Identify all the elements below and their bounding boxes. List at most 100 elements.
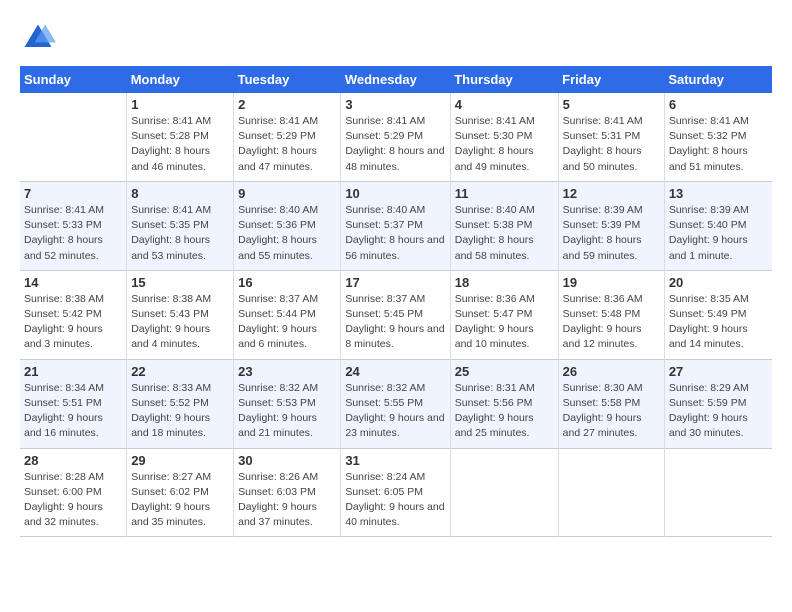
header-cell-tuesday: Tuesday [234, 66, 341, 93]
day-info: Sunrise: 8:40 AMSunset: 5:37 PMDaylight:… [345, 203, 445, 264]
logo-icon [20, 20, 56, 56]
day-cell: 3 Sunrise: 8:41 AMSunset: 5:29 PMDaylight… [341, 93, 450, 181]
day-number: 23 [238, 364, 336, 379]
day-cell: 5Sunrise: 8:41 AMSunset: 5:31 PMDaylight… [558, 93, 664, 181]
day-number: 6 [669, 97, 768, 112]
day-info: Sunrise: 8:38 AMSunset: 5:42 PMDaylight:… [24, 292, 122, 353]
day-number: 9 [238, 186, 336, 201]
day-cell: 17 Sunrise: 8:37 AMSunset: 5:45 PMDayligh… [341, 270, 450, 359]
day-number: 2 [238, 97, 336, 112]
header-cell-monday: Monday [127, 66, 234, 93]
day-cell: 1 Sunrise: 8:41 AMSunset: 5:28 PMDaylight… [127, 93, 234, 181]
day-cell: 29 Sunrise: 8:27 AMSunset: 6:02 PMDayligh… [127, 448, 234, 537]
day-number: 3 [345, 97, 445, 112]
day-cell: 24Sunrise: 8:32 AMSunset: 5:55 PMDayligh… [341, 359, 450, 448]
day-number: 7 [24, 186, 122, 201]
day-cell: 15Sunrise: 8:38 AMSunset: 5:43 PMDayligh… [127, 270, 234, 359]
week-row-4: 21 Sunrise: 8:34 AMSunset: 5:51 PMDayligh… [20, 359, 772, 448]
day-number: 28 [24, 453, 122, 468]
day-cell [20, 93, 127, 181]
day-info: Sunrise: 8:29 AMSunset: 5:59 PMDaylight:… [669, 381, 768, 442]
day-info: Sunrise: 8:31 AMSunset: 5:56 PMDaylight:… [455, 381, 554, 442]
header-row: SundayMondayTuesdayWednesdayThursdayFrid… [20, 66, 772, 93]
day-number: 29 [131, 453, 229, 468]
header-cell-thursday: Thursday [450, 66, 558, 93]
day-cell: 31 Sunrise: 8:24 AMSunset: 6:05 PMDayligh… [341, 448, 450, 537]
day-number: 5 [563, 97, 660, 112]
day-cell [664, 448, 772, 537]
day-number: 27 [669, 364, 768, 379]
day-cell: 9 Sunrise: 8:40 AMSunset: 5:36 PMDaylight… [234, 181, 341, 270]
day-number: 21 [24, 364, 122, 379]
calendar-body: 1 Sunrise: 8:41 AMSunset: 5:28 PMDaylight… [20, 93, 772, 537]
day-cell: 25 Sunrise: 8:31 AMSunset: 5:56 PMDayligh… [450, 359, 558, 448]
day-info: Sunrise: 8:41 AMSunset: 5:28 PMDaylight:… [131, 114, 229, 175]
day-info: Sunrise: 8:27 AMSunset: 6:02 PMDaylight:… [131, 470, 229, 531]
day-info: Sunrise: 8:39 AMSunset: 5:39 PMDaylight:… [563, 203, 660, 264]
week-row-3: 14 Sunrise: 8:38 AMSunset: 5:42 PMDayligh… [20, 270, 772, 359]
day-info: Sunrise: 8:36 AMSunset: 5:47 PMDaylight:… [455, 292, 554, 353]
week-row-1: 1 Sunrise: 8:41 AMSunset: 5:28 PMDaylight… [20, 93, 772, 181]
day-cell: 6 Sunrise: 8:41 AMSunset: 5:32 PMDaylight… [664, 93, 772, 181]
header-cell-friday: Friday [558, 66, 664, 93]
day-number: 17 [345, 275, 445, 290]
calendar-table: SundayMondayTuesdayWednesdayThursdayFrid… [20, 66, 772, 537]
day-info: Sunrise: 8:41 AMSunset: 5:29 PMDaylight:… [345, 114, 445, 175]
day-cell: 4 Sunrise: 8:41 AMSunset: 5:30 PMDaylight… [450, 93, 558, 181]
day-cell: 11Sunrise: 8:40 AMSunset: 5:38 PMDayligh… [450, 181, 558, 270]
day-info: Sunrise: 8:30 AMSunset: 5:58 PMDaylight:… [563, 381, 660, 442]
day-cell: 19Sunrise: 8:36 AMSunset: 5:48 PMDayligh… [558, 270, 664, 359]
day-info: Sunrise: 8:41 AMSunset: 5:29 PMDaylight:… [238, 114, 336, 175]
day-info: Sunrise: 8:37 AMSunset: 5:45 PMDaylight:… [345, 292, 445, 353]
day-cell: 30 Sunrise: 8:26 AMSunset: 6:03 PMDayligh… [234, 448, 341, 537]
day-info: Sunrise: 8:39 AMSunset: 5:40 PMDaylight:… [669, 203, 768, 264]
day-number: 16 [238, 275, 336, 290]
header-cell-sunday: Sunday [20, 66, 127, 93]
day-number: 31 [345, 453, 445, 468]
day-number: 20 [669, 275, 768, 290]
day-cell: 14 Sunrise: 8:38 AMSunset: 5:42 PMDayligh… [20, 270, 127, 359]
day-info: Sunrise: 8:32 AMSunset: 5:55 PMDaylight:… [345, 381, 445, 442]
day-cell: 12Sunrise: 8:39 AMSunset: 5:39 PMDayligh… [558, 181, 664, 270]
day-info: Sunrise: 8:40 AMSunset: 5:36 PMDaylight:… [238, 203, 336, 264]
day-number: 26 [563, 364, 660, 379]
day-number: 4 [455, 97, 554, 112]
day-cell [450, 448, 558, 537]
day-number: 1 [131, 97, 229, 112]
day-cell: 22Sunrise: 8:33 AMSunset: 5:52 PMDayligh… [127, 359, 234, 448]
day-info: Sunrise: 8:34 AMSunset: 5:51 PMDaylight:… [24, 381, 122, 442]
week-row-5: 28Sunrise: 8:28 AMSunset: 6:00 PMDayligh… [20, 448, 772, 537]
day-cell: 27 Sunrise: 8:29 AMSunset: 5:59 PMDayligh… [664, 359, 772, 448]
day-cell: 21 Sunrise: 8:34 AMSunset: 5:51 PMDayligh… [20, 359, 127, 448]
day-cell: 10Sunrise: 8:40 AMSunset: 5:37 PMDayligh… [341, 181, 450, 270]
day-number: 18 [455, 275, 554, 290]
day-info: Sunrise: 8:41 AMSunset: 5:35 PMDaylight:… [131, 203, 229, 264]
day-number: 13 [669, 186, 768, 201]
day-info: Sunrise: 8:41 AMSunset: 5:33 PMDaylight:… [24, 203, 122, 264]
day-info: Sunrise: 8:26 AMSunset: 6:03 PMDaylight:… [238, 470, 336, 531]
day-cell: 20Sunrise: 8:35 AMSunset: 5:49 PMDayligh… [664, 270, 772, 359]
calendar-header: SundayMondayTuesdayWednesdayThursdayFrid… [20, 66, 772, 93]
day-info: Sunrise: 8:41 AMSunset: 5:32 PMDaylight:… [669, 114, 768, 175]
day-info: Sunrise: 8:32 AMSunset: 5:53 PMDaylight:… [238, 381, 336, 442]
logo [20, 20, 60, 56]
header-cell-wednesday: Wednesday [341, 66, 450, 93]
page-header [20, 20, 772, 56]
day-cell: 7 Sunrise: 8:41 AMSunset: 5:33 PMDaylight… [20, 181, 127, 270]
day-cell: 18 Sunrise: 8:36 AMSunset: 5:47 PMDayligh… [450, 270, 558, 359]
day-cell: 2 Sunrise: 8:41 AMSunset: 5:29 PMDaylight… [234, 93, 341, 181]
day-number: 25 [455, 364, 554, 379]
day-number: 14 [24, 275, 122, 290]
day-number: 8 [131, 186, 229, 201]
day-info: Sunrise: 8:41 AMSunset: 5:30 PMDaylight:… [455, 114, 554, 175]
day-number: 30 [238, 453, 336, 468]
day-cell: 28Sunrise: 8:28 AMSunset: 6:00 PMDayligh… [20, 448, 127, 537]
day-number: 22 [131, 364, 229, 379]
header-cell-saturday: Saturday [664, 66, 772, 93]
day-cell: 16Sunrise: 8:37 AMSunset: 5:44 PMDayligh… [234, 270, 341, 359]
day-cell: 26 Sunrise: 8:30 AMSunset: 5:58 PMDayligh… [558, 359, 664, 448]
day-cell: 8 Sunrise: 8:41 AMSunset: 5:35 PMDaylight… [127, 181, 234, 270]
day-cell: 23 Sunrise: 8:32 AMSunset: 5:53 PMDayligh… [234, 359, 341, 448]
day-cell [558, 448, 664, 537]
day-info: Sunrise: 8:24 AMSunset: 6:05 PMDaylight:… [345, 470, 445, 531]
